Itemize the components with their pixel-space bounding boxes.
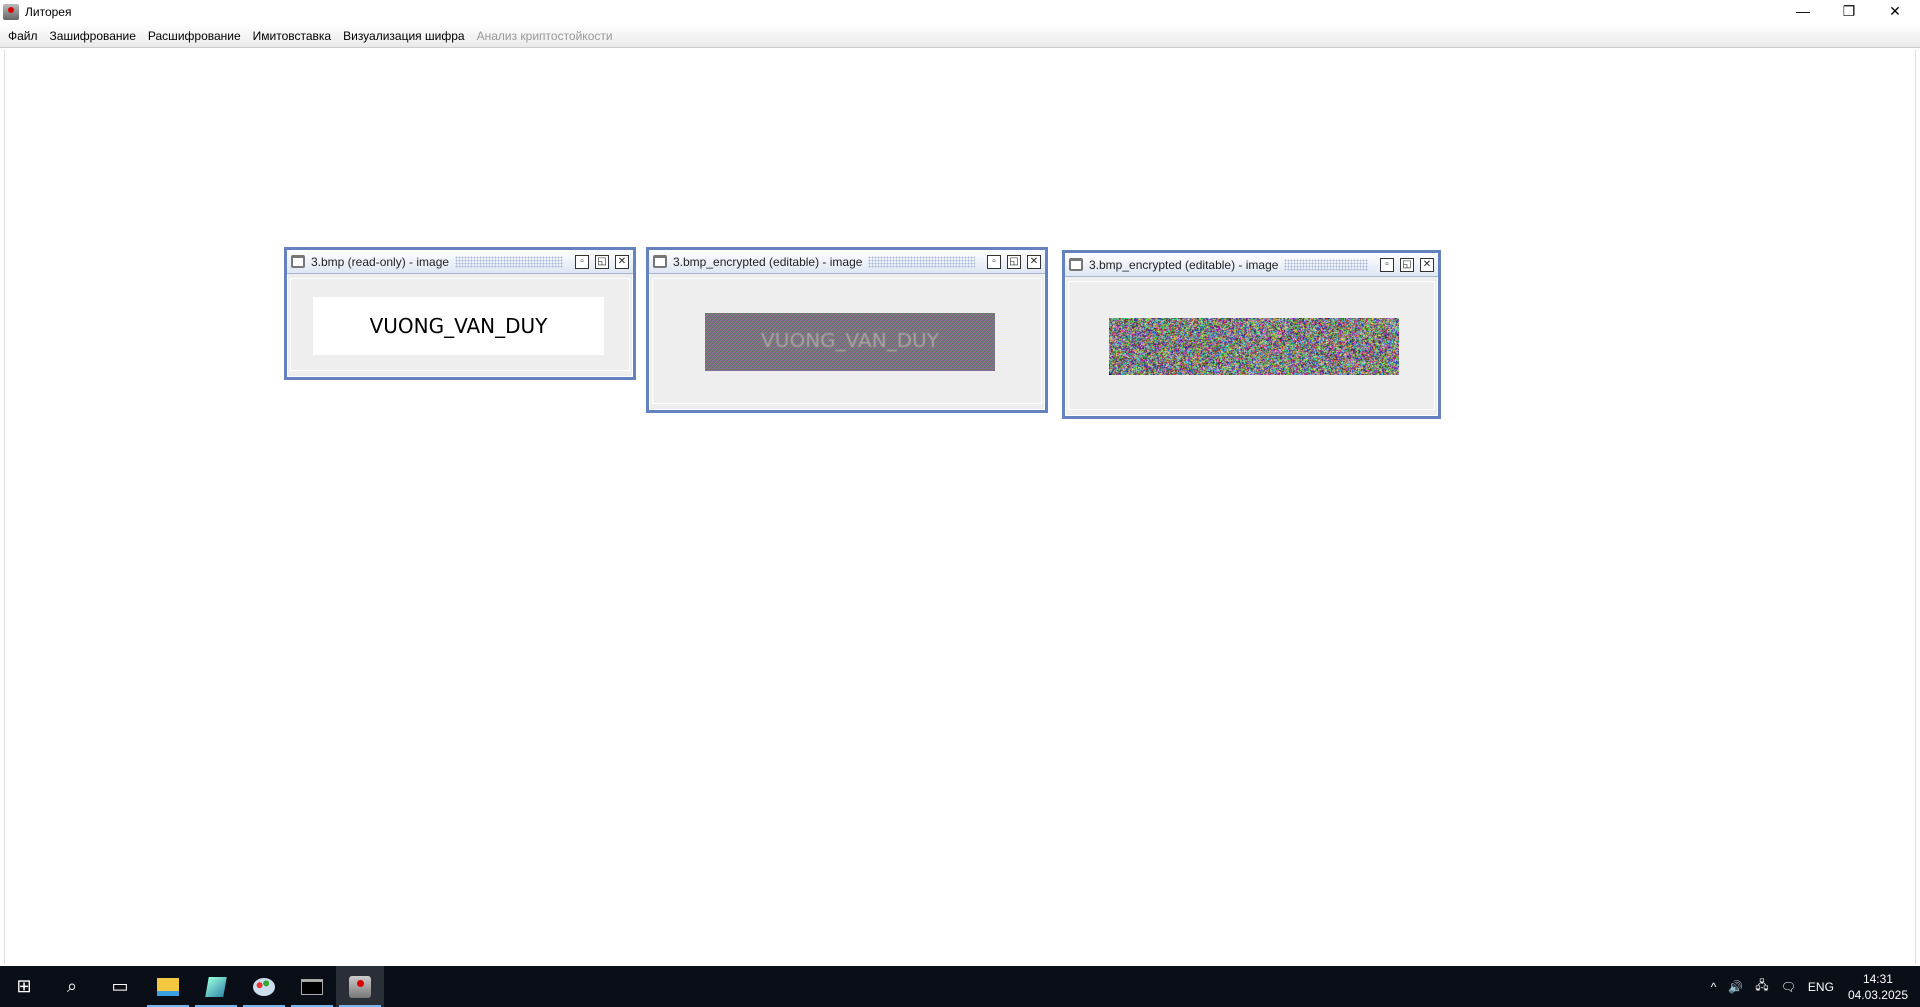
internal-frame-original[interactable]: 3.bmp (read-only) - image ▫ ◱ ✕ VUONG_VA…	[284, 247, 636, 380]
start-icon[interactable]: ⊞	[0, 966, 48, 1007]
frame-content	[652, 278, 1042, 404]
tray-chevron-icon[interactable]: ^	[1711, 980, 1717, 994]
frame-titlebar[interactable]: 3.bmp_encrypted (editable) - image ▫ ◱ ✕	[649, 250, 1045, 274]
clock[interactable]: 14:31 04.03.2025	[1848, 971, 1908, 1003]
encrypted-noise-image	[1109, 318, 1399, 375]
menu-analysis: Анализ криптостойкости	[471, 29, 619, 43]
clock-date: 04.03.2025	[1848, 987, 1908, 1003]
frame-close-button[interactable]: ✕	[1420, 258, 1434, 272]
restore-button[interactable]: ❐	[1826, 0, 1872, 22]
frame-close-button[interactable]: ✕	[1027, 255, 1041, 269]
close-button[interactable]: ✕	[1872, 0, 1918, 22]
iconify-button[interactable]: ▫	[575, 255, 589, 269]
menu-encrypt[interactable]: Зашифрование	[44, 29, 142, 43]
maximize-button[interactable]: ◱	[595, 255, 609, 269]
frame-titlebar[interactable]: 3.bmp_encrypted (editable) - image ▫ ◱ ✕	[1065, 253, 1438, 277]
system-tray: ^ 🔊 🖧 🗨 ENG 14:31 04.03.2025	[1705, 966, 1920, 1007]
frame-content	[1068, 281, 1435, 410]
menu-visualize[interactable]: Визуализация шифра	[337, 29, 470, 43]
maximize-button[interactable]: ◱	[1007, 255, 1021, 269]
image-text: VUONG_VAN_DUY	[370, 314, 548, 338]
frame-window-icon	[653, 255, 667, 268]
frame-window-icon	[1069, 258, 1083, 271]
task-view-icon[interactable]: ▭	[96, 966, 144, 1007]
frame-window-icon	[291, 255, 305, 268]
notepad-icon[interactable]	[192, 966, 240, 1007]
app-title: Литорея	[25, 5, 71, 19]
app-titlebar: Литорея — ❐ ✕	[0, 0, 1920, 24]
iconify-button[interactable]: ▫	[1380, 258, 1394, 272]
frame-title: 3.bmp_encrypted (editable) - image	[1089, 258, 1278, 272]
menu-file[interactable]: Файл	[2, 29, 44, 43]
internal-frame-encrypted-2[interactable]: 3.bmp_encrypted (editable) - image ▫ ◱ ✕	[1062, 250, 1441, 419]
paint-icon[interactable]	[240, 966, 288, 1007]
frame-title: 3.bmp (read-only) - image	[311, 255, 449, 269]
app-icon	[3, 4, 19, 20]
encrypted-pattern-image	[705, 313, 995, 371]
taskbar: ⊞ ⌕ ▭ ^ 🔊 🖧 🗨 ENG 14:31 04.03.2025	[0, 966, 1920, 1007]
search-icon[interactable]: ⌕	[48, 966, 96, 1007]
volume-icon[interactable]: 🔊	[1728, 980, 1743, 994]
frame-titlebar[interactable]: 3.bmp (read-only) - image ▫ ◱ ✕	[287, 250, 633, 274]
file-explorer-icon[interactable]	[144, 966, 192, 1007]
notifications-icon[interactable]: 🗨	[1781, 980, 1796, 994]
network-warning-icon[interactable]: 🖧	[1755, 976, 1768, 997]
original-image: VUONG_VAN_DUY	[313, 297, 604, 355]
desktop-pane	[4, 50, 1916, 964]
frame-content: VUONG_VAN_DUY	[290, 278, 630, 371]
iconify-button[interactable]: ▫	[987, 255, 1001, 269]
frame-title: 3.bmp_encrypted (editable) - image	[673, 255, 862, 269]
menu-decrypt[interactable]: Расшифрование	[142, 29, 247, 43]
minimize-button[interactable]: —	[1780, 0, 1826, 22]
language-indicator[interactable]: ENG	[1808, 980, 1834, 994]
menu-bar: Файл Зашифрование Расшифрование Имитовст…	[0, 24, 1920, 48]
clock-time: 14:31	[1848, 971, 1908, 987]
cmd-icon[interactable]	[288, 966, 336, 1007]
menu-mac[interactable]: Имитовставка	[247, 29, 337, 43]
java-app-icon[interactable]	[336, 966, 384, 1007]
maximize-button[interactable]: ◱	[1400, 258, 1414, 272]
internal-frame-encrypted-1[interactable]: 3.bmp_encrypted (editable) - image ▫ ◱ ✕	[646, 247, 1048, 413]
frame-close-button[interactable]: ✕	[615, 255, 629, 269]
